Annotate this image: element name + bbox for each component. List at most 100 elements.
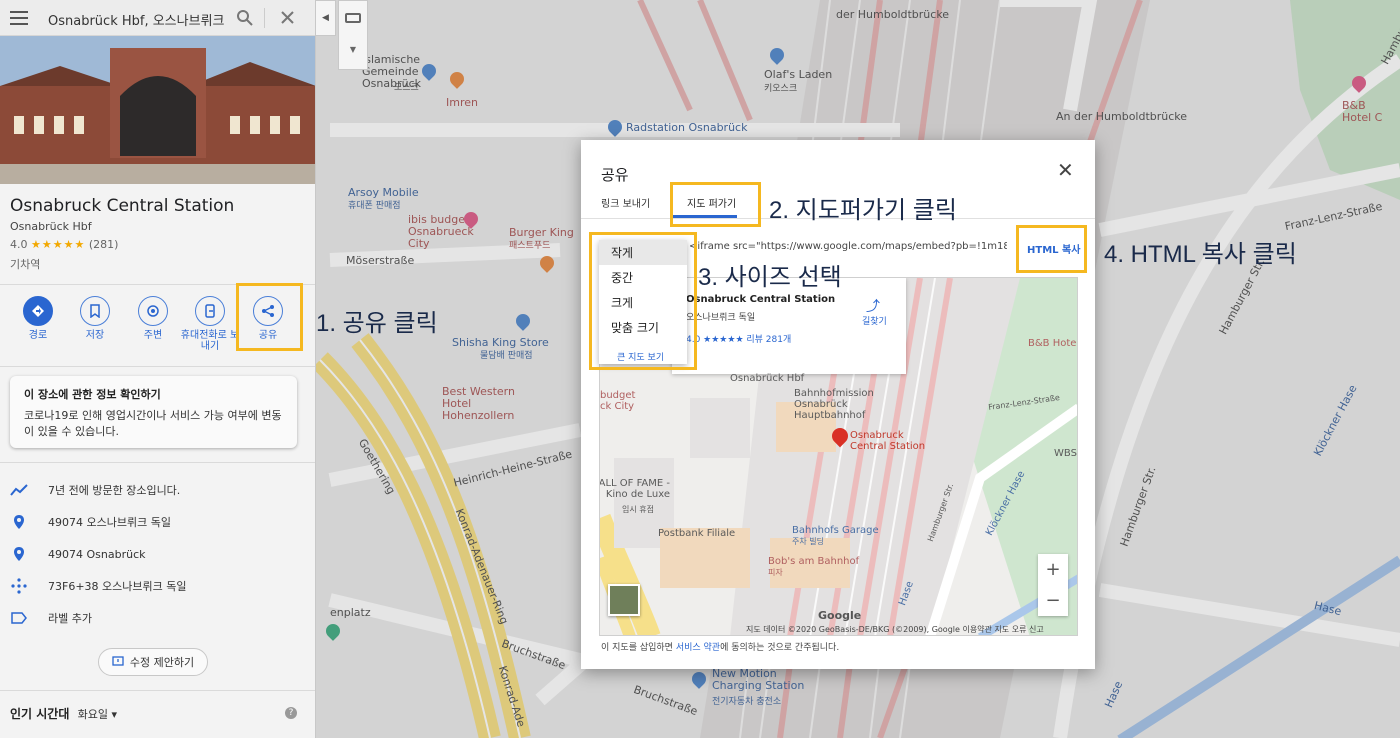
preview-label: B&B Hote [1028,338,1077,349]
nearby-button[interactable]: 주변 [123,296,183,341]
divider [264,8,265,28]
action-label: 휴대전화로 보내기 [180,330,240,352]
map-tools-control[interactable]: ▼ [338,0,368,70]
popular-times-header: 인기 시간대 화요일 ▾ [10,705,117,722]
place-type[interactable]: 기차역 [10,256,40,272]
directions-icon[interactable]: ⤴ [866,296,880,316]
preview-card-reviews[interactable]: 4.0 ★★★★★ 리뷰 281개 [686,332,791,345]
nearby-icon [138,296,168,326]
suggest-edit-button[interactable]: 수정 제안하기 [98,648,208,676]
preview-place-card: Osnabruck Central Station 오스나브뤼크 독일 4.0 … [672,278,906,374]
address-row[interactable]: 49074 오스나브뤼크 독일 [10,513,171,531]
plus-code-icon [10,577,28,595]
close-icon[interactable]: ✕ [1057,158,1074,182]
map-label: Imren [446,96,478,109]
visit-history-row[interactable]: 7년 전에 방문한 장소입니다. [10,481,180,499]
close-icon[interactable] [280,10,295,25]
rating-value: 4.0 [10,238,28,251]
chevron-down-icon[interactable]: ▼ [339,45,367,54]
save-button[interactable]: 저장 [65,296,125,341]
action-label: 경로 [28,330,48,341]
send-to-phone-button[interactable]: 휴대전화로 보내기 [180,296,240,352]
place-subtitle: Osnabrück Hbf [10,220,92,233]
preview-directions-link[interactable]: 길찾기 [862,314,887,327]
phone-send-icon [195,296,225,326]
help-icon[interactable]: ? [285,707,297,719]
map-label: Radstation Osnabrück [626,121,748,134]
satellite-toggle[interactable] [608,584,640,616]
preview-label: Postbank Filiale [658,528,736,539]
highlight-copy-html [1016,225,1087,273]
annotation-step3: 3. 사이즈 선택 [698,264,842,291]
preview-label: HALL OF FAME - Kino de Luxe [599,478,670,500]
directions-icon [23,296,53,326]
map-label: 모스크 [394,83,419,93]
address-row[interactable]: 49074 Osnabrück [10,545,146,563]
review-count[interactable]: (281) [89,238,119,251]
map-label: enplatz [330,606,371,619]
map-label: 휴대폰 판매점 [348,201,401,211]
terms-notice: 이 지도를 삽입하면 서비스 약관에 동의하는 것으로 간주됩니다. [601,640,839,653]
map-label: 물담배 판매점 [480,351,533,361]
plus-code-row[interactable]: 73F6+38 오스나브뤼크 독일 [10,577,187,595]
search-input[interactable]: Osnabrück Hbf, 오스나브뤼크 독일 [48,10,226,29]
tab-send-link[interactable]: 링크 보내기 [601,195,650,210]
info-text: 49074 오스나브뤼크 독일 [48,516,171,529]
highlight-embed-tab [670,182,761,227]
preview-label: 피자 [768,568,783,577]
info-text: 73F6+38 오스나브뤼크 독일 [48,580,187,593]
map-label: B&B Hotel C [1342,99,1383,124]
notice-title: 이 장소에 관한 정보 확인하기 [24,388,161,401]
annotation-step2: 2. 지도퍼가기 클릭 [769,197,957,224]
notice-body: 코로나19로 인해 영업시간이나 서비스 가능 여부에 변동이 있을 수 있습니… [24,409,282,438]
covid-notice[interactable]: 이 장소에 관한 정보 확인하기 코로나19로 인해 영업시간이나 서비스 가능… [10,376,297,448]
embed-code-field[interactable]: <iframe src="https://www.google.com/maps… [689,241,1007,252]
map-label: An der Humboldtbrücke [1056,110,1188,123]
place-photo[interactable] [0,36,315,184]
bookmark-icon [80,296,110,326]
map-label: Olaf's Laden [764,68,833,81]
preview-label: Osnabrück Hbf [730,373,805,384]
add-label-row[interactable]: 라벨 추가 [10,609,92,627]
search-bar[interactable]: Osnabrück Hbf, 오스나브뤼크 독일 [0,0,315,36]
directions-button[interactable]: 경로 [8,296,68,341]
terms-suffix: 에 동의하는 것으로 간주됩니다. [720,643,840,653]
preview-card-title: Osnabruck Central Station [686,294,836,305]
suggest-edit-label: 수정 제안하기 [129,656,195,669]
preview-label: Bahnhofmission Osnabrück Hauptbahnhof [794,388,874,421]
terms-link[interactable]: 서비스 약관 [676,643,720,653]
map-label: Möserstraße [346,254,415,267]
collapse-panel-button[interactable]: ◀ [316,0,336,36]
menu-icon[interactable] [10,11,28,25]
keyboard-icon [345,13,361,23]
info-text: 라벨 추가 [48,612,92,625]
divider [0,690,315,691]
map-label: New Motion Charging Station [712,667,805,692]
day-selector[interactable]: 화요일 ▾ [78,708,117,721]
divider [0,462,315,463]
location-pin-icon [10,513,28,531]
divider [0,366,315,367]
feedback-icon [112,656,124,666]
annotation-step4: 4. HTML 복사 클릭 [1104,241,1297,268]
preview-label: 주차 빌딩 [792,537,824,546]
station-photo [0,36,315,184]
location-pin-icon [10,545,28,563]
rating[interactable]: 4.0 ★★★★★ (281) [10,238,118,251]
search-icon[interactable] [236,9,253,26]
zoom-in-button[interactable]: + [1038,554,1068,585]
zoom-out-button[interactable]: − [1038,585,1068,616]
highlight-share-button [236,283,303,351]
dialog-title: 공유 [601,166,629,184]
map-attribution[interactable]: 지도 데이터 ©2020 GeoBasis-DE/BKG (©2009), Go… [746,624,1044,635]
label-icon [10,609,28,627]
action-label: 저장 [85,330,105,341]
highlight-size-menu [589,232,697,370]
map-label: Best Western Hotel Hohenzollern [442,385,515,422]
trend-icon [10,481,28,499]
info-text: 49074 Osnabrück [48,547,146,561]
place-title: Osnabruck Central Station [10,196,235,216]
zoom-control: + − [1038,554,1068,616]
place-panel: Osnabrück Hbf, 오스나브뤼크 독일 Osnabruck Cent [0,0,316,738]
action-label: 주변 [143,330,163,341]
